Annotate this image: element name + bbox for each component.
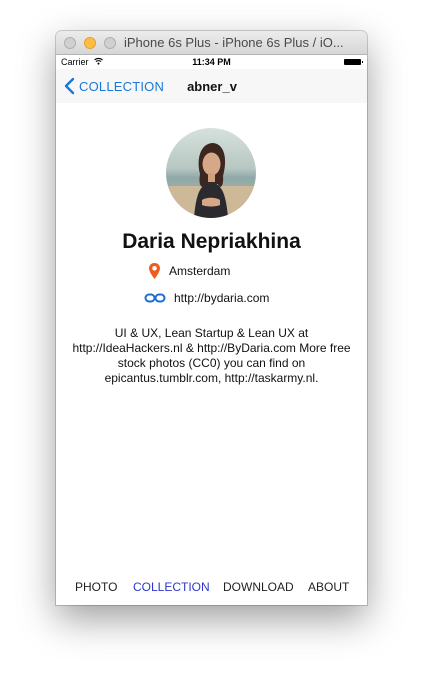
window-titlebar[interactable]: iPhone 6s Plus - iPhone 6s Plus / iO...	[56, 31, 367, 55]
zoom-window-button[interactable]	[104, 37, 116, 49]
window-title: iPhone 6s Plus - iPhone 6s Plus / iO...	[124, 35, 344, 50]
avatar	[166, 128, 256, 218]
tab-download[interactable]: DOWNLOAD	[223, 580, 294, 594]
website-link[interactable]: http://bydaria.com	[174, 291, 269, 305]
tab-about[interactable]: ABOUT	[308, 580, 349, 594]
battery-icon	[344, 59, 363, 65]
tab-photo[interactable]: PHOTO	[75, 580, 117, 594]
close-window-button[interactable]	[64, 37, 76, 49]
page-title: abner_v	[187, 79, 237, 94]
simulator-window: iPhone 6s Plus - iPhone 6s Plus / iO... …	[56, 31, 367, 605]
website-row[interactable]: http://bydaria.com	[144, 289, 269, 307]
link-icon	[144, 293, 166, 303]
avatar-photo	[166, 128, 256, 218]
profile-content[interactable]: Daria Nepriakhina Amsterdam http://bydar…	[56, 103, 367, 575]
navigation-bar: COLLECTION abner_v	[56, 69, 367, 103]
back-button-label: COLLECTION	[79, 78, 165, 94]
bottom-tab-bar: PHOTO COLLECTION DOWNLOAD ABOUT	[56, 575, 367, 605]
tab-collection[interactable]: COLLECTION	[133, 580, 210, 594]
back-button[interactable]: COLLECTION	[63, 77, 164, 95]
chevron-left-icon	[64, 77, 75, 95]
location-row: Amsterdam	[148, 262, 230, 280]
location-text: Amsterdam	[169, 264, 231, 278]
status-bar: Carrier 11:34 PM	[56, 55, 367, 69]
profile-name: Daria Nepriakhina	[122, 230, 301, 253]
minimize-window-button[interactable]	[84, 37, 96, 49]
profile-bio: UI & UX, Lean Startup & Lean UX at http:…	[72, 326, 351, 385]
status-time: 11:34 PM	[192, 57, 231, 67]
location-pin-icon	[149, 263, 160, 279]
